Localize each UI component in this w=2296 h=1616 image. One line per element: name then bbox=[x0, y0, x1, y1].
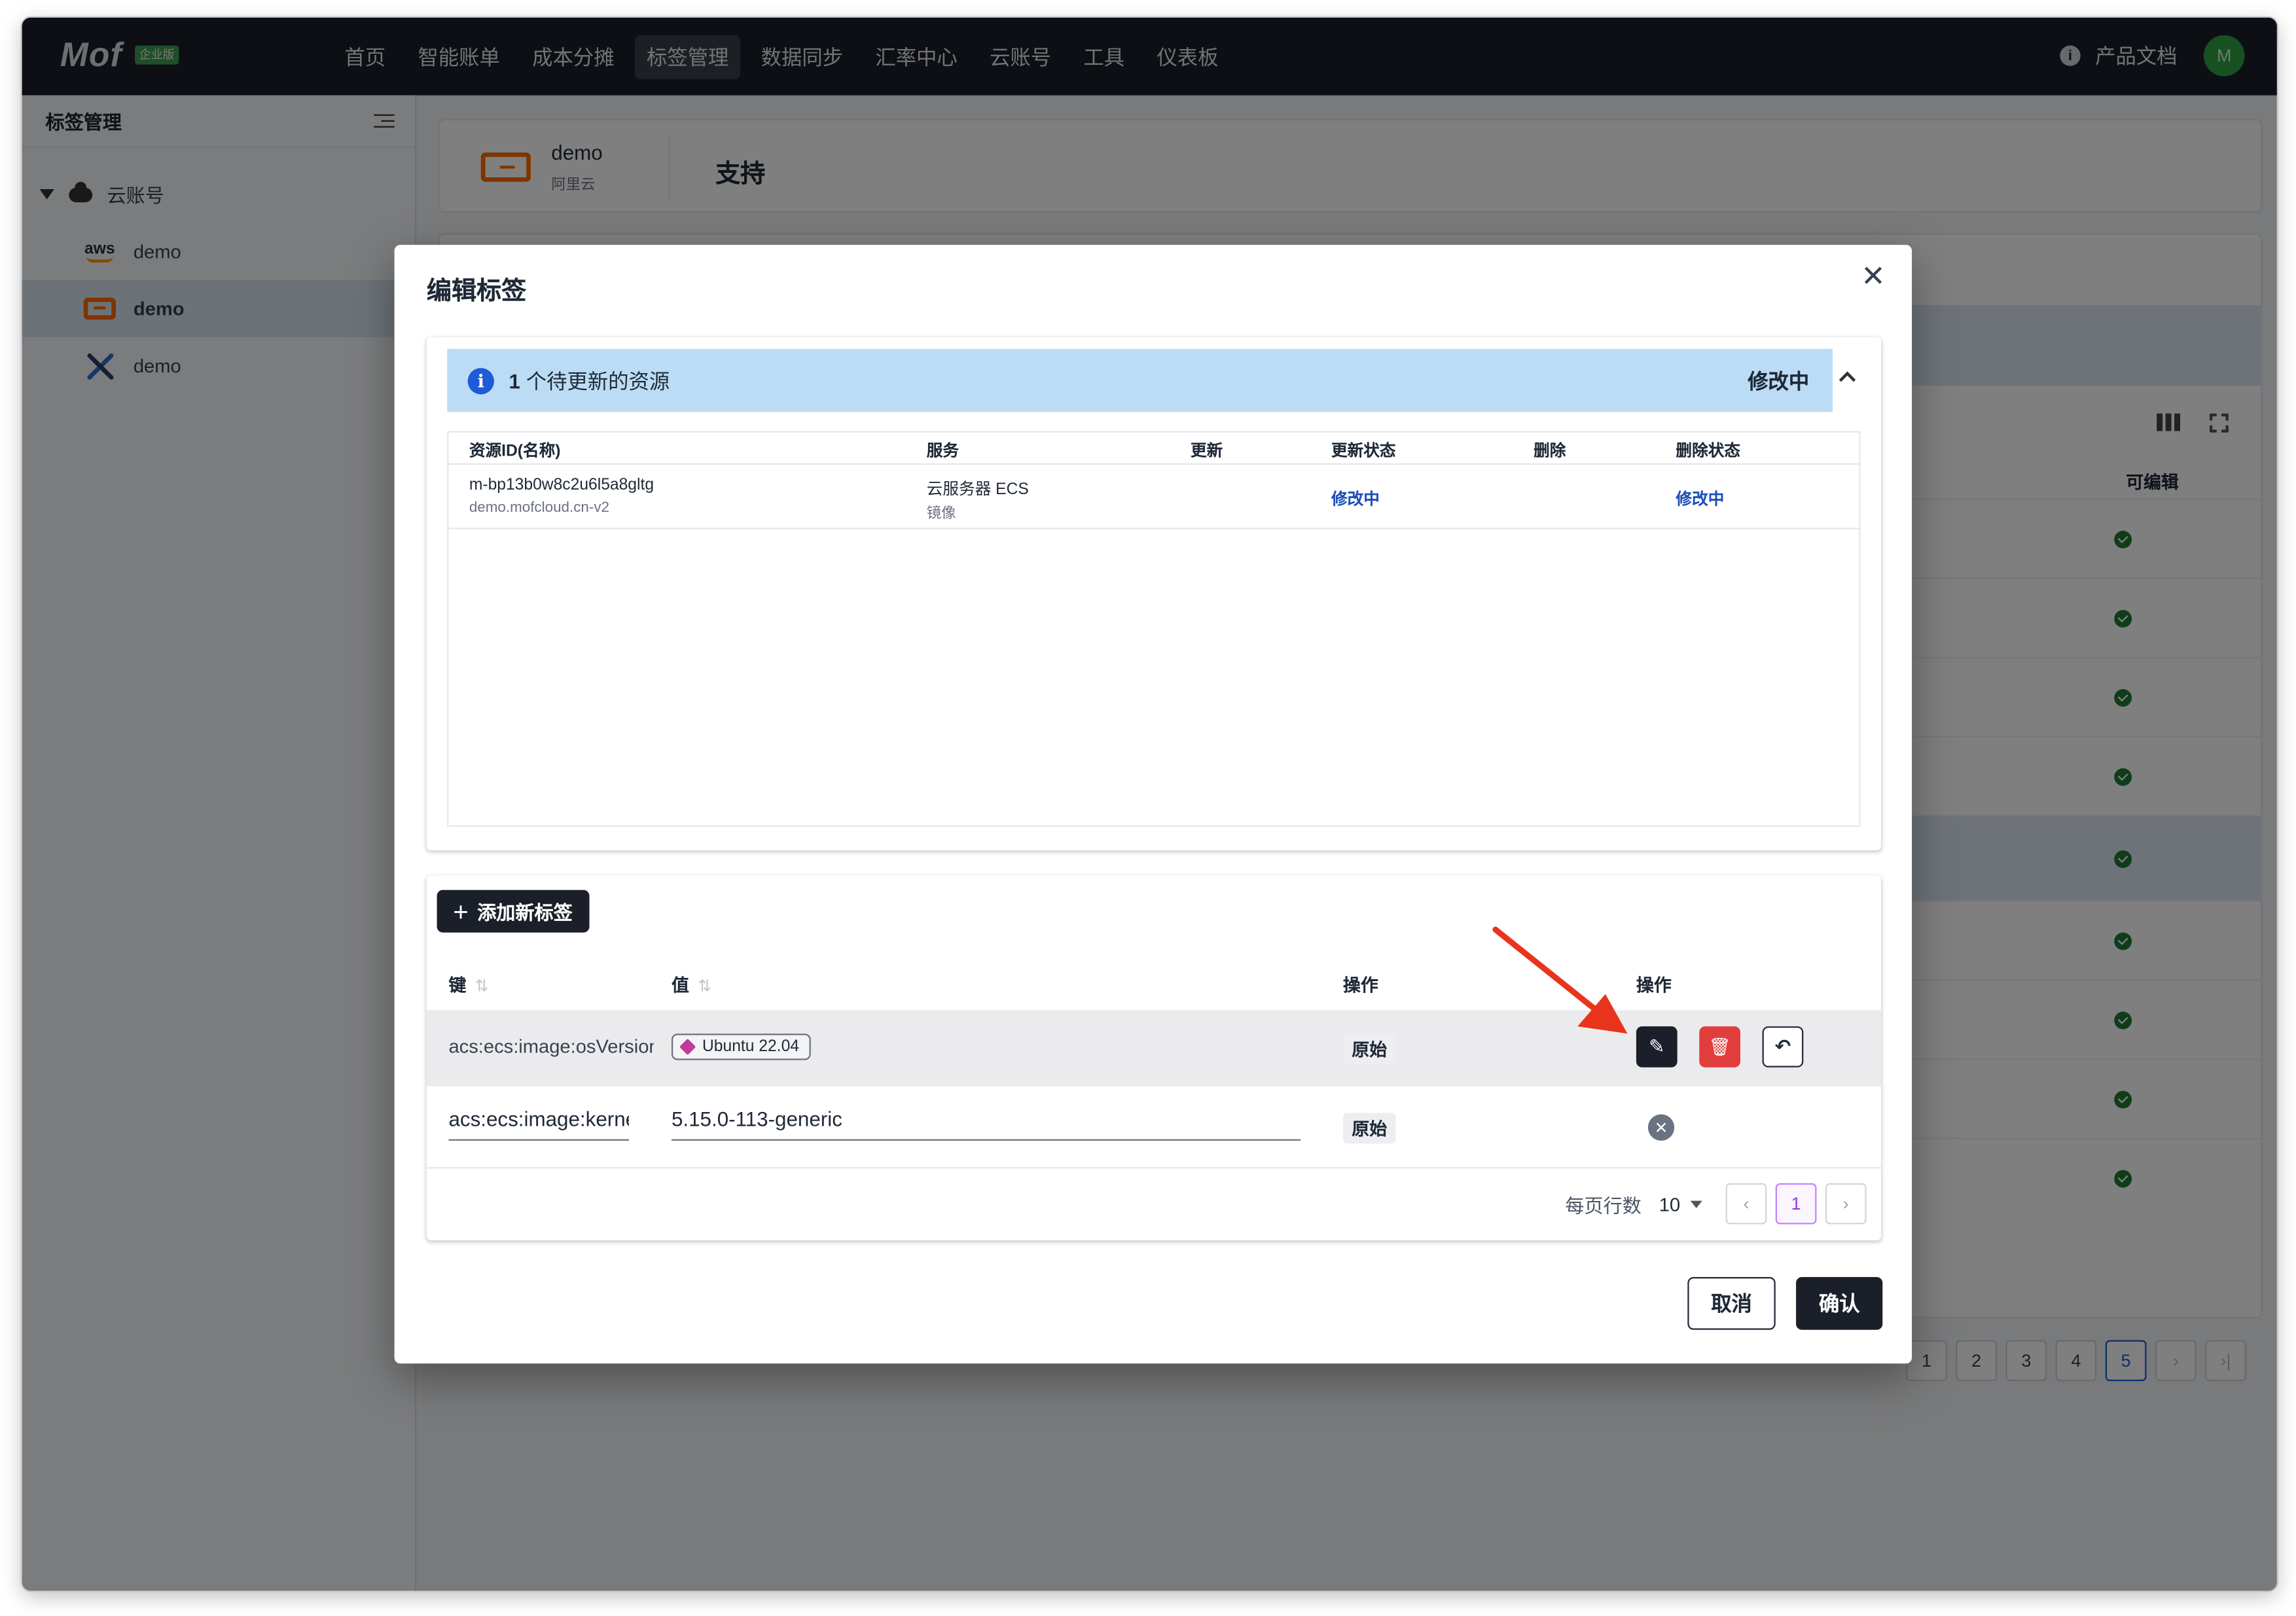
column-header: 删除状态 bbox=[1676, 442, 1740, 461]
table-header: 资源ID(名称) 服务 更新 更新状态 删除 删除状态 bbox=[448, 433, 1859, 465]
column-header: 更新状态 bbox=[1331, 442, 1396, 461]
caret-down-icon[interactable] bbox=[1690, 1200, 1702, 1208]
tags-editor-panel: + 添加新标签 键 ⇅ 值 ⇅ 操作 操作 acs:ecs:image:osVers… bbox=[426, 875, 1882, 1241]
tags-pagination: 每页行数 10 ‹ 1 › bbox=[1565, 1183, 1867, 1225]
column-header: 更新 bbox=[1190, 442, 1223, 461]
operation-column-header: 操作 bbox=[1342, 975, 1378, 996]
tags-table-header: 键 ⇅ 值 ⇅ 操作 操作 bbox=[427, 960, 1881, 1007]
tag-value-input[interactable]: 5.15.0-113-generic bbox=[671, 1107, 1300, 1141]
add-tag-label: 添加新标签 bbox=[477, 901, 573, 924]
tag-row: acs:ecs:image:osVersion Ubuntu 22.04 原始 … bbox=[426, 1010, 1882, 1086]
edit-icon[interactable]: ✎ bbox=[1636, 1026, 1677, 1068]
info-icon: i bbox=[467, 367, 494, 394]
close-icon[interactable]: ✕ bbox=[1861, 262, 1886, 292]
tag-state-badge: 原始 bbox=[1342, 1033, 1396, 1065]
pending-resources-panel: i 1 个待更新的资源 修改中 资源ID(名称) 服务 更新 更新状态 删除 删… bbox=[426, 337, 1882, 851]
tag-key: acs:ecs:image:osVersion bbox=[448, 1035, 655, 1058]
delete-status: 修改中 bbox=[1676, 491, 1725, 509]
service-subtype: 镜像 bbox=[926, 505, 956, 522]
tag-row-editing: acs:ecs:image:kernel 5.15.0-113-generic … bbox=[426, 1086, 1882, 1169]
tag-value: Ubuntu 22.04 bbox=[702, 1037, 799, 1056]
resource-id: m-bp13b0w8c2u6l5a8gltg bbox=[469, 476, 655, 494]
plus-icon: + bbox=[453, 896, 469, 926]
update-status: 修改中 bbox=[1331, 491, 1380, 509]
page-button-current[interactable]: 1 bbox=[1775, 1183, 1817, 1225]
app-window: Mof 企业版 首页 智能账单 成本分摊 标签管理 数据同步 汇率中心 云账号 … bbox=[22, 17, 2277, 1591]
tag-key-input[interactable]: acs:ecs:image:kernel bbox=[448, 1107, 630, 1141]
rows-per-page-label: 每页行数 bbox=[1565, 1194, 1641, 1217]
pending-resources-table: 资源ID(名称) 服务 更新 更新状态 删除 删除状态 m-bp13b0w8c2… bbox=[447, 431, 1861, 827]
column-header: 删除 bbox=[1534, 442, 1566, 461]
sort-icon: ⇅ bbox=[698, 978, 711, 996]
tag-icon bbox=[679, 1038, 696, 1056]
column-header: 服务 bbox=[926, 442, 960, 461]
sort-icon: ⇅ bbox=[475, 978, 489, 996]
tag-value-chip: Ubuntu 22.04 bbox=[671, 1033, 811, 1060]
pending-summary-bar[interactable]: i 1 个待更新的资源 修改中 bbox=[447, 349, 1833, 412]
resource-name: demo.mofcloud.cn-v2 bbox=[469, 499, 610, 516]
pending-text: 个待更新的资源 bbox=[526, 368, 670, 393]
rows-per-page-select[interactable]: 10 bbox=[1659, 1193, 1680, 1215]
add-tag-button[interactable]: + 添加新标签 bbox=[437, 889, 589, 933]
dialog-title: 编辑标签 bbox=[426, 277, 527, 305]
value-column-header[interactable]: 值 ⇅ bbox=[672, 972, 711, 997]
column-header: 资源ID(名称) bbox=[469, 442, 561, 461]
key-column-header[interactable]: 键 ⇅ bbox=[448, 972, 488, 997]
pending-count: 1 bbox=[509, 368, 520, 393]
undo-icon[interactable]: ↶ bbox=[1762, 1026, 1804, 1068]
service-name: 云服务器 ECS bbox=[926, 480, 1029, 499]
actions-column-header: 操作 bbox=[1636, 975, 1672, 996]
edit-tags-dialog: 编辑标签 ✕ i 1 个待更新的资源 修改中 资源ID(名称) 服务 更新 更新… bbox=[394, 245, 1912, 1364]
delete-icon[interactable]: 🗑 bbox=[1699, 1026, 1740, 1068]
prev-page-button[interactable]: ‹ bbox=[1725, 1183, 1767, 1225]
chevron-up-icon[interactable] bbox=[1839, 371, 1856, 388]
cancel-button[interactable]: 取消 bbox=[1687, 1277, 1776, 1330]
pending-status: 修改中 bbox=[1748, 368, 1810, 393]
tag-state-badge: 原始 bbox=[1342, 1113, 1396, 1144]
next-page-button[interactable]: › bbox=[1825, 1183, 1867, 1225]
confirm-button[interactable]: 确认 bbox=[1796, 1277, 1883, 1330]
table-row: m-bp13b0w8c2u6l5a8gltg demo.mofcloud.cn-… bbox=[448, 465, 1859, 530]
cancel-edit-icon[interactable]: ✕ bbox=[1647, 1114, 1675, 1141]
